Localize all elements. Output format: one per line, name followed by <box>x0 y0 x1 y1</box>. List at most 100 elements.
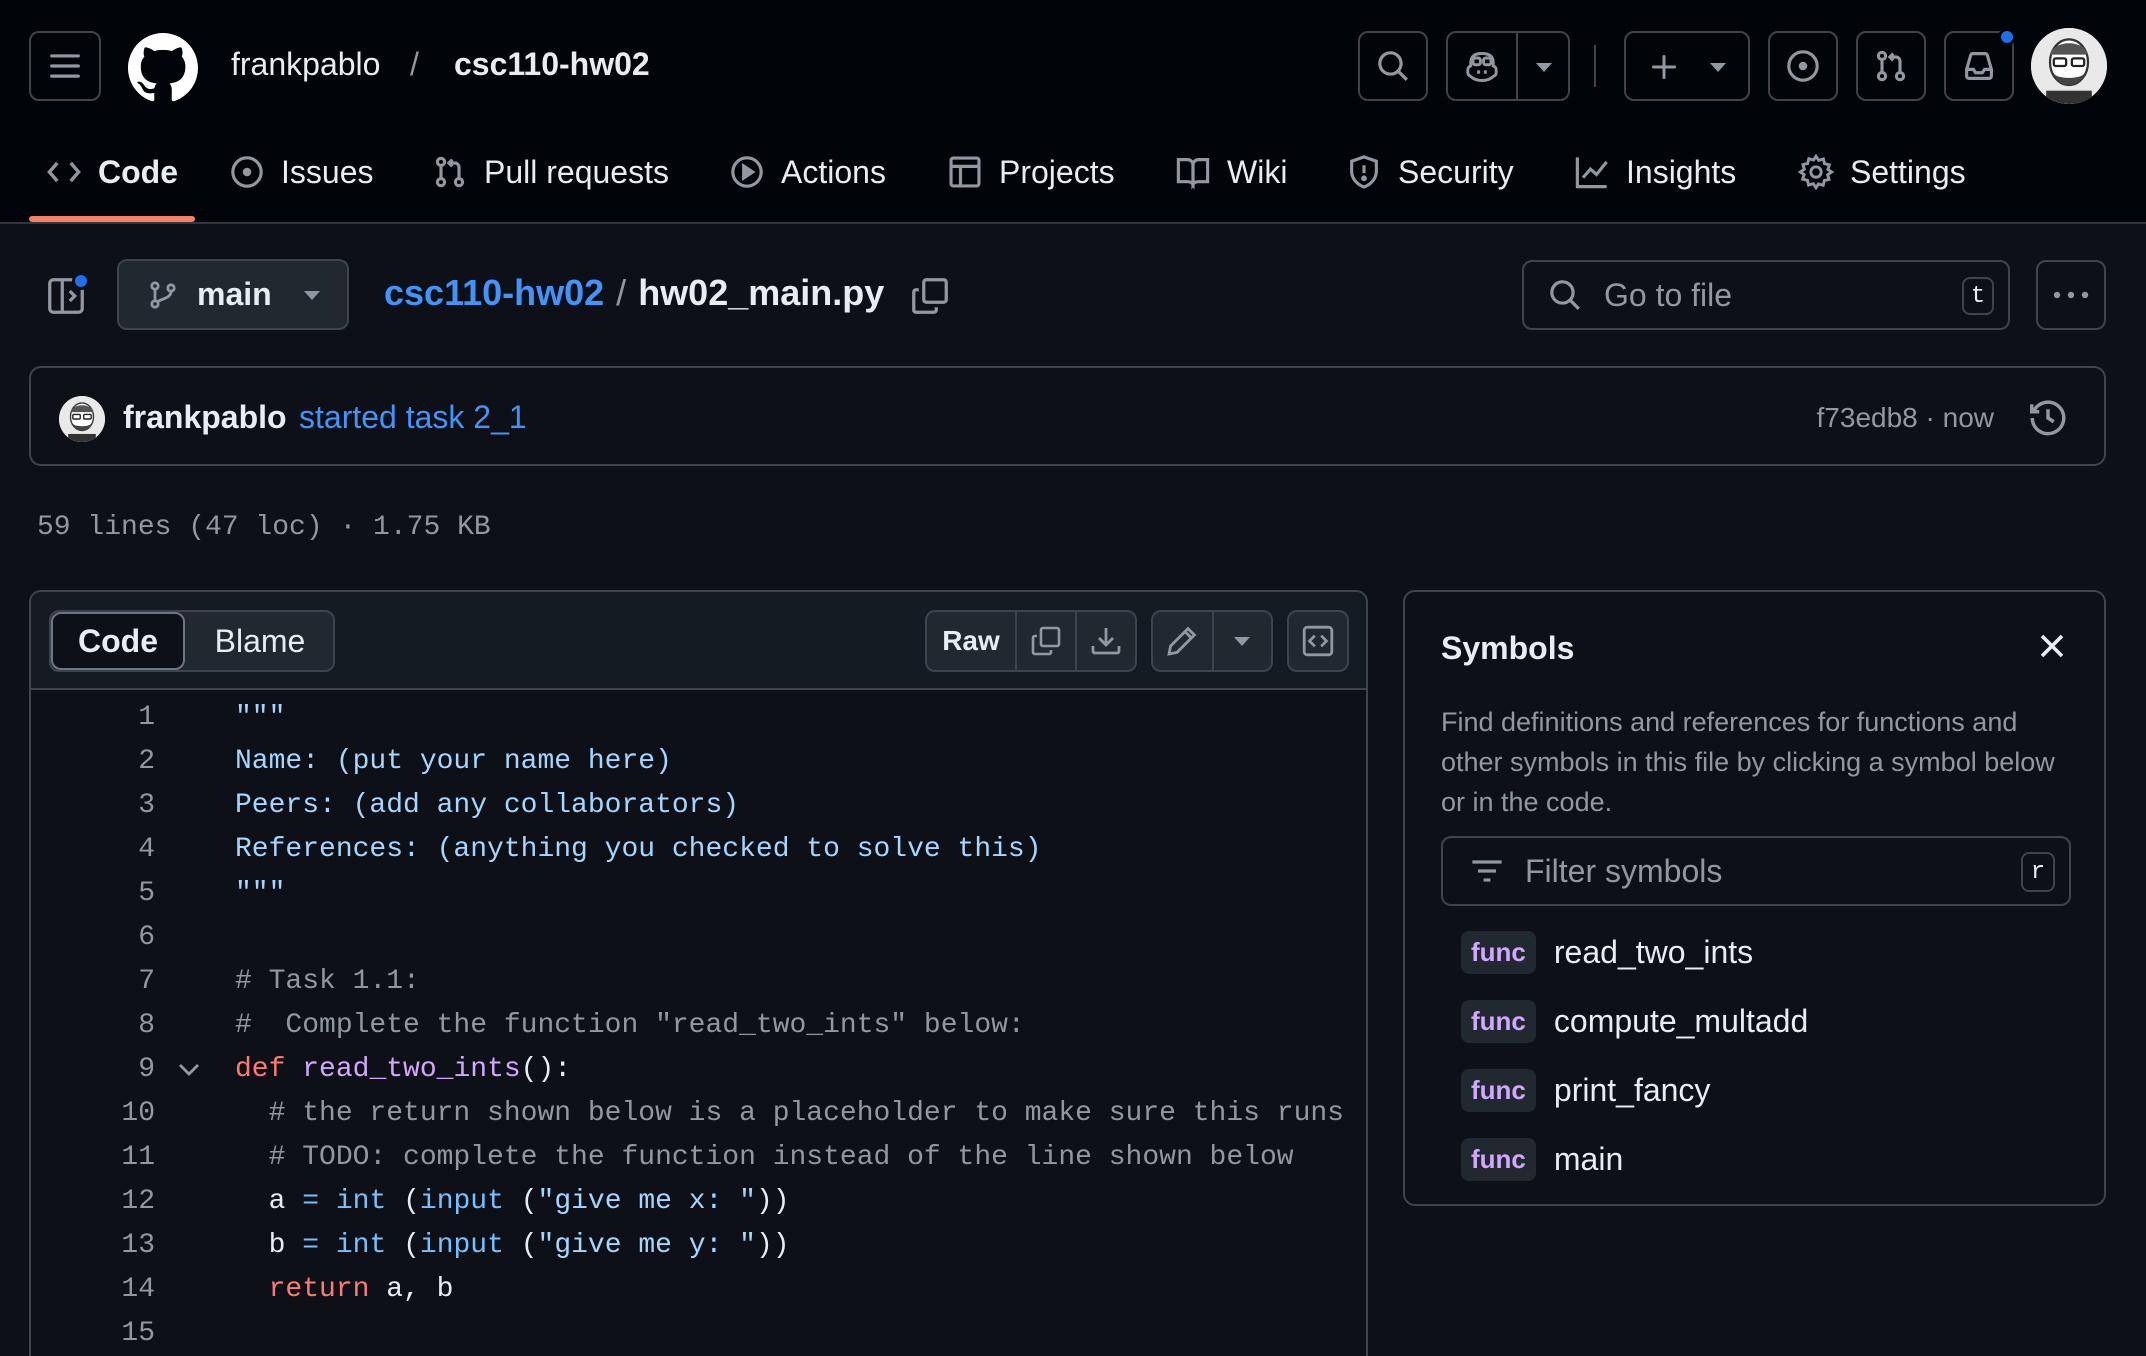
line-number[interactable]: 10 <box>31 1098 155 1129</box>
line-number[interactable]: 8 <box>31 1010 155 1041</box>
symbol-item[interactable]: func compute_multadd <box>1461 995 1808 1047</box>
edit-dropdown-button[interactable] <box>1211 612 1271 670</box>
code-square-icon <box>1302 625 1334 657</box>
raw-button[interactable]: Raw <box>927 612 1015 670</box>
line-number[interactable]: 6 <box>31 922 155 953</box>
operator: = <box>302 1230 320 1261</box>
user-avatar[interactable] <box>2031 28 2107 104</box>
download-icon <box>1091 628 1121 655</box>
copilot-button[interactable] <box>1446 31 1570 101</box>
blame-view-button[interactable]: Blame <box>185 612 335 670</box>
tab-security[interactable]: Security <box>1346 146 1514 198</box>
line-number[interactable]: 14 <box>31 1274 155 1305</box>
go-to-file-shortcut: t <box>1962 277 1994 315</box>
line-number[interactable]: 1 <box>31 702 155 733</box>
symbol-kind-badge: func <box>1461 1068 1536 1112</box>
line-number[interactable]: 7 <box>31 966 155 997</box>
symbols-title: Symbols <box>1441 630 1575 666</box>
keyword: return <box>235 1274 370 1305</box>
tab-wiki[interactable]: Wiki <box>1175 146 1287 198</box>
go-to-file-input[interactable] <box>1604 276 1934 314</box>
code-toolbar: Code Blame Raw <box>31 592 1366 690</box>
tab-issues[interactable]: Issues <box>229 146 373 198</box>
issue-opened-icon <box>231 156 263 188</box>
filter-symbols-input[interactable] <box>1525 852 1985 890</box>
graph-icon <box>1575 157 1608 189</box>
github-logo-icon[interactable] <box>128 33 198 103</box>
shield-icon <box>1350 155 1378 189</box>
download-button[interactable] <box>1075 612 1135 670</box>
line-number[interactable]: 13 <box>31 1230 155 1261</box>
tab-pull-requests[interactable]: Pull requests <box>432 146 669 198</box>
path-repo-link[interactable]: csc110-hw02 <box>384 272 604 314</box>
tab-wiki-label: Wiki <box>1227 153 1288 190</box>
copy-path-icon[interactable] <box>910 276 950 316</box>
branch-selector-button[interactable]: main <box>117 259 349 330</box>
breadcrumb-repo-link[interactable]: csc110-hw02 <box>454 46 650 83</box>
hamburger-menu-button[interactable] <box>29 31 101 101</box>
top-header: frankpablo / csc110-hw02 Code Issues Pul… <box>0 0 2146 224</box>
symbols-panel-toggle[interactable] <box>1287 610 1349 672</box>
line-text: # the return shown below is a placeholde… <box>235 1098 1344 1129</box>
line-text: """ <box>235 702 286 733</box>
symbol-item[interactable]: func print_fancy <box>1461 1064 1710 1116</box>
code-view-button[interactable]: Code <box>51 612 185 670</box>
fold-chevron-icon[interactable] <box>177 1060 201 1080</box>
symbol-item[interactable]: func main <box>1461 1133 1623 1185</box>
close-icon[interactable] <box>2036 630 2068 662</box>
create-new-button[interactable] <box>1624 31 1750 101</box>
line-number[interactable]: 12 <box>31 1186 155 1217</box>
commit-message-link[interactable]: started task 2_1 <box>299 399 527 436</box>
search-button[interactable] <box>1358 31 1428 101</box>
copilot-icon <box>1466 52 1498 82</box>
line-number[interactable]: 2 <box>31 746 155 777</box>
line-number[interactable]: 9 <box>31 1054 155 1085</box>
go-to-file-field[interactable]: t <box>1522 260 2010 330</box>
triangle-down-icon[interactable] <box>1534 59 1554 75</box>
copy-raw-button[interactable] <box>1015 612 1075 670</box>
code-icon <box>47 161 81 183</box>
commit-author-link[interactable]: frankpablo <box>123 399 287 436</box>
line-number[interactable]: 3 <box>31 790 155 821</box>
filter-symbols-field[interactable]: r <box>1441 836 2071 906</box>
code-line: 6 <box>31 912 1366 956</box>
your-issues-button[interactable] <box>1768 31 1838 101</box>
more-options-button[interactable] <box>2036 260 2106 330</box>
line-number[interactable]: 5 <box>31 878 155 909</box>
function-name[interactable]: read_two_ints <box>302 1054 520 1085</box>
tab-settings[interactable]: Settings <box>1798 146 1966 198</box>
line-text: b = int (input ("give me y: ")) <box>235 1230 790 1261</box>
selected-tab-underline <box>29 216 195 222</box>
your-pull-requests-button[interactable] <box>1856 31 1926 101</box>
symbol-kind-badge: func <box>1461 930 1536 974</box>
tab-code[interactable]: Code <box>46 146 178 198</box>
gear-icon <box>1798 154 1834 190</box>
code-line: 5 """ <box>31 868 1366 912</box>
play-icon <box>731 156 763 188</box>
tab-insights[interactable]: Insights <box>1574 146 1736 198</box>
line-text: def read_two_ints(): <box>235 1054 571 1085</box>
edit-file-button[interactable] <box>1153 612 1212 670</box>
tab-issues-label: Issues <box>281 153 374 190</box>
commit-author-avatar[interactable] <box>59 396 105 442</box>
variable: a <box>235 1186 286 1217</box>
line-text: """ <box>235 878 286 909</box>
line-number[interactable]: 11 <box>31 1142 155 1173</box>
tab-projects[interactable]: Projects <box>947 146 1115 198</box>
history-icon[interactable] <box>2028 398 2068 438</box>
filter-symbols-shortcut: r <box>2021 852 2055 892</box>
breadcrumb-owner-link[interactable]: frankpablo <box>231 46 380 83</box>
edit-actions-group <box>1151 610 1273 672</box>
avatar-face-icon <box>2031 28 2107 104</box>
symbol-name: read_two_ints <box>1553 933 1754 970</box>
symbol-name: print_fancy <box>1553 1071 1711 1108</box>
line-number[interactable]: 15 <box>31 1318 155 1349</box>
git-branch-icon <box>150 280 176 309</box>
commit-sha-time[interactable]: f73edb8 · now <box>1817 402 1994 434</box>
symbol-item[interactable]: func read_two_ints <box>1461 926 1753 978</box>
line-text: # Task 1.1: <box>235 966 420 997</box>
tab-actions[interactable]: Actions <box>729 146 886 198</box>
code-line: 1 """ <box>31 692 1366 736</box>
line-number[interactable]: 4 <box>31 834 155 865</box>
tab-actions-label: Actions <box>781 153 886 190</box>
